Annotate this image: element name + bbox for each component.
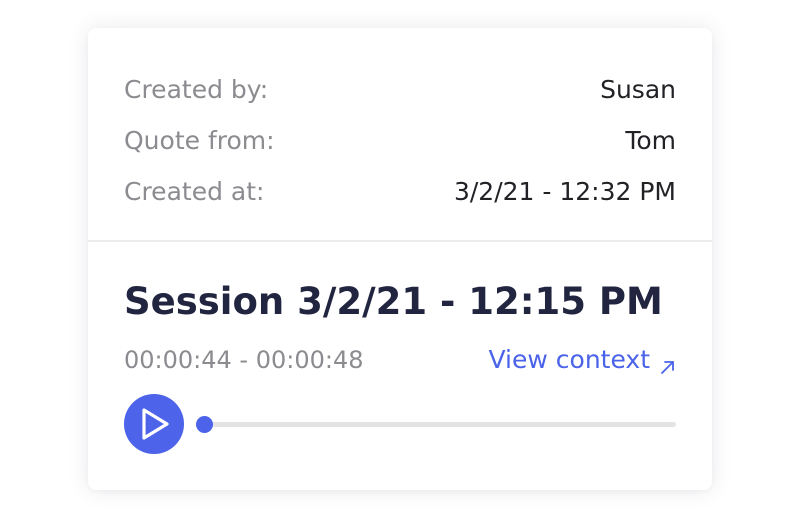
created-by-value: Susan <box>600 75 676 104</box>
quote-card: Created by: Susan Quote from: Tom Create… <box>88 28 712 490</box>
clip-time-range: 00:00:44 - 00:00:48 <box>124 346 364 374</box>
quote-from-row: Quote from: Tom <box>124 115 676 166</box>
created-by-label: Created by: <box>124 75 269 104</box>
audio-player <box>124 394 676 454</box>
view-context-link[interactable]: View context <box>489 345 677 374</box>
quote-from-value: Tom <box>625 126 676 155</box>
created-at-value: 3/2/21 - 12:32 PM <box>453 177 676 206</box>
play-icon <box>142 408 169 440</box>
quote-from-label: Quote from: <box>124 126 275 155</box>
play-button[interactable] <box>124 394 184 454</box>
progress-thumb[interactable] <box>196 416 213 433</box>
created-at-label: Created at: <box>124 177 265 206</box>
session-title: Session 3/2/21 - 12:15 PM <box>124 280 663 323</box>
created-at-row: Created at: 3/2/21 - 12:32 PM <box>124 166 676 217</box>
arrow-up-right-icon <box>660 352 676 374</box>
divider <box>88 240 712 242</box>
created-by-row: Created by: Susan <box>124 64 676 115</box>
progress-track[interactable] <box>204 422 676 427</box>
quote-metadata: Created by: Susan Quote from: Tom Create… <box>124 64 676 217</box>
view-context-label: View context <box>488 345 651 374</box>
